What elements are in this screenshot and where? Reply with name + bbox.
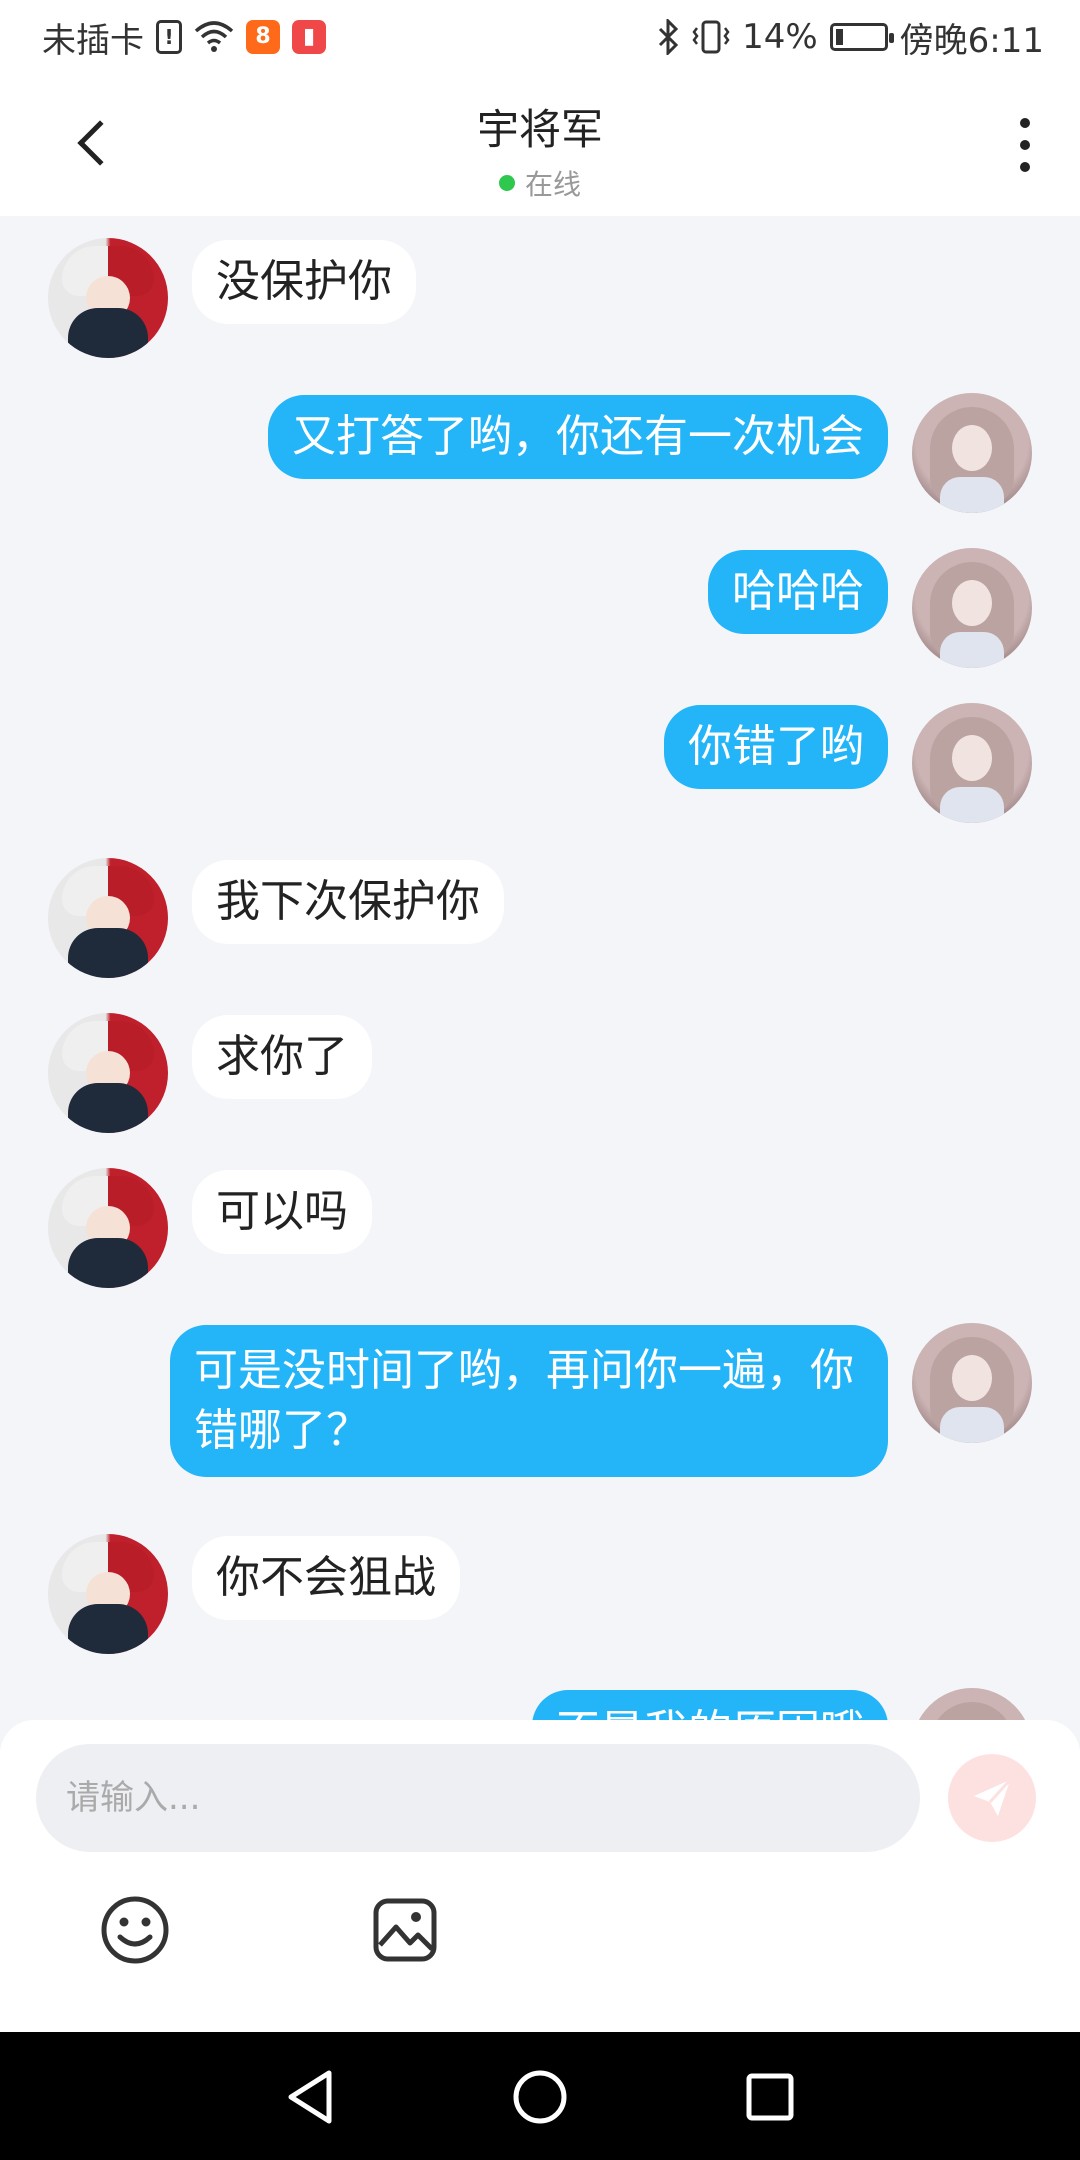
wifi-icon [194,21,234,53]
triangle-back-icon [288,2070,332,2124]
carrier-text: 未插卡 [42,20,144,61]
contact-avatar[interactable] [48,858,168,978]
more-dot-icon [1020,118,1030,128]
battery-icon [829,23,894,51]
my-avatar[interactable] [912,1323,1032,1443]
online-status: 在线 [0,163,1080,203]
status-left: 未插卡 ! 8 ▮ [42,13,326,62]
chat-title: 宇将军 [476,105,603,154]
nav-home-button[interactable] [505,2062,575,2132]
message-bubble-incoming[interactable]: 求你了 [192,1015,372,1099]
emoji-icon [101,1896,169,1964]
clock: 傍晚6:11 [899,20,1044,61]
circle-home-icon [513,2070,567,2124]
send-button[interactable] [948,1754,1036,1842]
my-avatar[interactable] [912,548,1032,668]
image-button[interactable] [365,1890,445,1970]
app-icon: ▮ [292,20,326,54]
emoji-button[interactable] [95,1890,175,1970]
online-dot-icon [498,175,515,191]
online-status-text: 在线 [524,168,581,201]
more-dot-icon [1020,162,1030,172]
contact-avatar[interactable] [48,238,168,358]
more-dot-icon [1020,140,1030,150]
nav-recents-button[interactable] [735,2062,805,2132]
message-bubble-incoming[interactable]: 我下次保护你 [192,860,504,944]
sim-alert-icon: ! [156,20,182,54]
message-bubble-outgoing[interactable]: 可是没时间了哟，再问你一遍，你错哪了？ [170,1325,888,1477]
vibrate-icon [692,20,730,54]
my-avatar[interactable] [912,1688,1032,1720]
title-block: 宇将军 在线 [0,96,1080,203]
message-bubble-incoming[interactable]: 没保护你 [192,240,416,324]
contact-avatar[interactable] [48,1013,168,1133]
message-bubble-outgoing[interactable]: 你错了哟 [664,705,888,789]
contact-avatar[interactable] [48,1168,168,1288]
message-bubble-incoming[interactable]: 你不会狙战 [192,1536,460,1620]
message-bubble-outgoing[interactable]: 不是我的原因哦 [532,1690,888,1720]
contact-avatar[interactable] [48,1534,168,1654]
composer-toolbar [0,1880,1080,1990]
system-nav-bar [0,2032,1080,2160]
battery-percent: 14% [742,17,818,57]
battery-fill [835,29,843,45]
message-bubble-outgoing[interactable]: 又打答了哟，你还有一次机会 [268,395,888,479]
composer [0,1720,1080,2032]
message-list[interactable]: 没保护你 又打答了哟，你还有一次机会 哈哈哈 你错了哟 我下次保护你 求你了 可… [0,216,1080,1720]
message-input[interactable] [36,1744,920,1852]
my-avatar[interactable] [912,703,1032,823]
more-options-button[interactable] [1010,110,1040,180]
image-icon [373,1898,437,1962]
send-icon [974,1778,1012,1816]
status-right: 14% 傍晚6:11 [656,13,1044,62]
chat-header: 宇将军 在线 [0,74,1080,216]
app-icon: 8 [246,20,280,54]
status-bar: 未插卡 ! 8 ▮ 14% 傍晚6:11 [0,0,1080,74]
message-bubble-outgoing[interactable]: 哈哈哈 [708,550,888,634]
bluetooth-icon [656,19,680,55]
message-bubble-incoming[interactable]: 可以吗 [192,1170,372,1254]
square-recents-icon [746,2073,794,2121]
nav-back-button[interactable] [275,2062,345,2132]
my-avatar[interactable] [912,393,1032,513]
